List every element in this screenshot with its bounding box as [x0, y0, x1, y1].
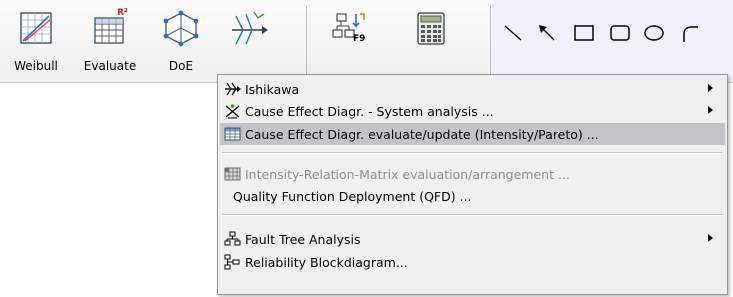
arrow-tool-icon[interactable] [536, 22, 558, 44]
menu-item-label: Quality Function Deployment (QFD) ... [233, 189, 472, 204]
menu-item-label: Reliability Blockdiagram... [245, 255, 408, 270]
ellipse-tool-icon[interactable] [642, 22, 666, 44]
submenu-arrow-icon [708, 234, 713, 242]
menu-separator [222, 152, 723, 154]
menu-item-reliability-blockdiagram[interactable]: Reliability Blockdiagram... [220, 251, 725, 273]
menu-item-qfd[interactable]: Quality Function Deployment (QFD) ... [220, 185, 725, 207]
menu-separator [222, 214, 723, 216]
block-diagram-icon [224, 254, 240, 270]
matrix-icon [224, 167, 241, 181]
weibull-label: Weibull [14, 59, 58, 73]
toolbar-separator [306, 6, 307, 76]
r-squared-badge: R² [117, 8, 128, 18]
evaluate-label: Evaluate [83, 59, 137, 73]
menu-item-system-analysis[interactable]: Cause Effect Diagr. - System analysis ..… [220, 100, 725, 122]
menu-item-label: Cause Effect Diagr. - System analysis ..… [245, 104, 494, 119]
menu-item-label: Intensity-Relation-Matrix evaluation/arr… [245, 167, 570, 182]
menu-item-ishikawa[interactable]: Ishikawa [220, 78, 725, 100]
doe-cube-icon [161, 8, 201, 48]
rectangle-tool-icon[interactable] [572, 22, 596, 44]
rounded-rectangle-tool-icon[interactable] [608, 22, 632, 44]
toolbar: Weibull R² Evaluate DoE F9 [0, 0, 733, 83]
weibull-plot-icon [16, 8, 56, 48]
cause-effect-menu: Ishikawa Cause Effect Diagr. - System an… [217, 74, 728, 295]
menu-item-label: Cause Effect Diagr. evaluate/update (Int… [245, 127, 599, 142]
cause-effect-button[interactable] [225, 8, 271, 48]
submenu-arrow-icon [708, 106, 713, 114]
calculator-button[interactable] [408, 8, 454, 48]
drawing-tools-panel [492, 0, 733, 82]
evaluate-button[interactable]: R² Evaluate [80, 8, 140, 73]
function-key-icon: F9 [330, 8, 370, 48]
evaluate-table-icon: R² [90, 8, 130, 48]
f9-badge: F9 [353, 34, 366, 44]
f9-button[interactable]: F9 [327, 8, 373, 48]
toolbar-separator [490, 6, 491, 76]
fault-tree-icon [224, 231, 241, 246]
cause-effect-icon [228, 8, 268, 48]
doe-button[interactable]: DoE [157, 8, 205, 73]
menu-item-fault-tree[interactable]: Fault Tree Analysis [220, 228, 725, 250]
line-tool-icon[interactable] [502, 22, 524, 44]
submenu-arrow-icon [708, 84, 713, 92]
doe-label: DoE [168, 59, 194, 73]
menu-item-label: Fault Tree Analysis [245, 232, 361, 247]
weibull-button[interactable]: Weibull [14, 8, 58, 73]
menu-item-intensity-matrix[interactable]: Intensity-Relation-Matrix evaluation/arr… [220, 163, 725, 185]
pareto-table-icon [224, 127, 241, 141]
ishikawa-icon [225, 82, 241, 96]
menu-item-evaluate-update[interactable]: Cause Effect Diagr. evaluate/update (Int… [220, 123, 725, 145]
system-analysis-icon [225, 104, 240, 119]
calculator-icon [411, 8, 451, 48]
menu-item-label: Ishikawa [245, 82, 300, 97]
arc-tool-icon[interactable] [678, 22, 702, 44]
